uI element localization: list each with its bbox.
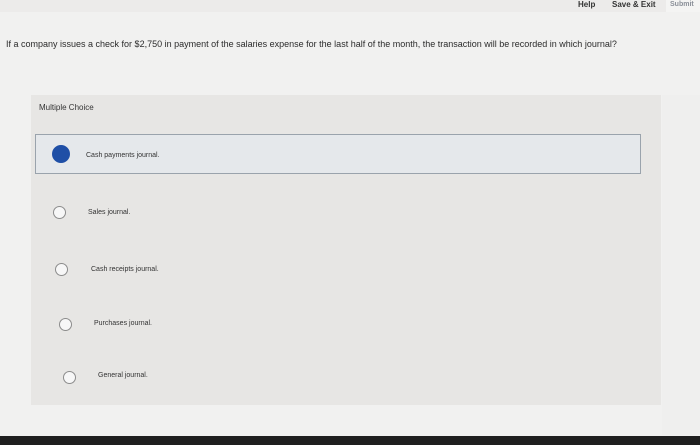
option-label: Cash receipts journal. (91, 266, 159, 273)
option-general[interactable]: General journal. (31, 360, 641, 400)
radio-icon[interactable] (53, 206, 66, 219)
submit-button[interactable]: Submit (666, 0, 700, 12)
question-type-label: Multiple Choice (39, 103, 94, 112)
option-cash-payments[interactable]: Cash payments journal. (35, 134, 641, 174)
option-label: General journal. (98, 372, 148, 379)
radio-icon[interactable] (59, 318, 72, 331)
radio-selected-icon[interactable] (52, 145, 70, 163)
option-label: Purchases journal. (94, 320, 152, 327)
radio-icon[interactable] (55, 263, 68, 276)
option-sales[interactable]: Sales journal. (31, 195, 641, 235)
save-exit-button[interactable]: Save & Exit (612, 0, 656, 9)
right-margin (662, 95, 700, 435)
option-purchases[interactable]: Purchases journal. (31, 305, 641, 345)
option-label: Sales journal. (88, 209, 131, 216)
help-button[interactable]: Help (578, 0, 595, 9)
question-text: If a company issues a check for $2,750 i… (6, 39, 617, 49)
bottom-edge (0, 436, 700, 445)
option-cash-receipts[interactable]: Cash receipts journal. (31, 250, 641, 290)
option-label: Cash payments journal. (86, 152, 160, 159)
radio-icon[interactable] (63, 371, 76, 384)
